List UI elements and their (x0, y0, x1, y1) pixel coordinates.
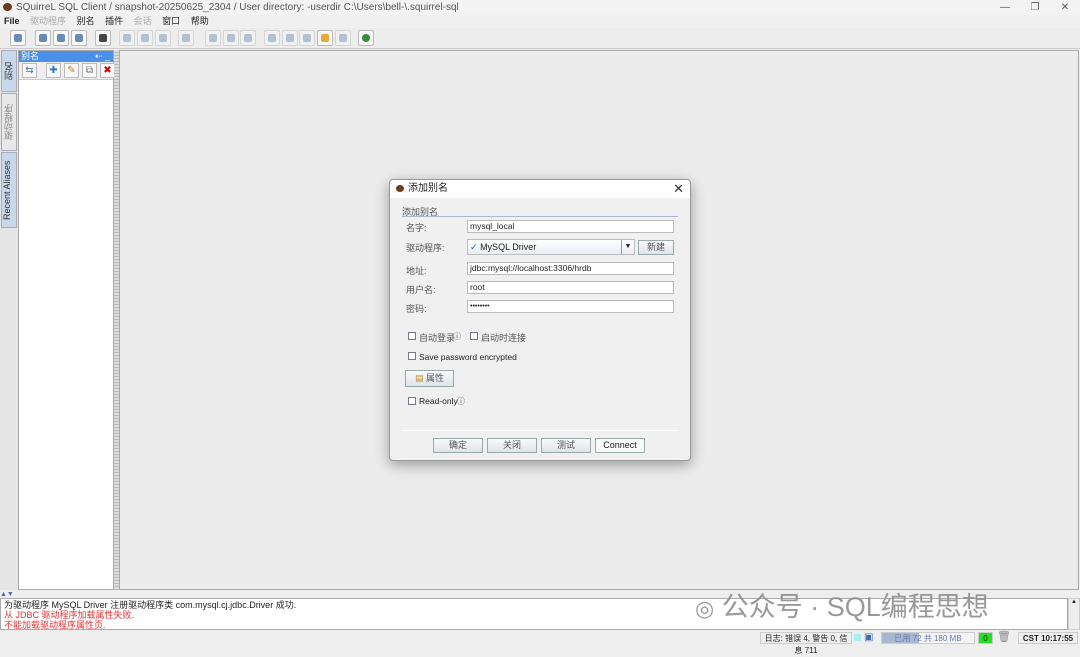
status-bar: 日志: 错误 4, 警告 0, 信息 711 ▣ 已用 72 共 180 MB … (0, 631, 1080, 645)
info-icon: ⓘ (453, 331, 461, 342)
menu-bar: File 驱动程序 别名 插件 会话 窗口 帮助 (0, 15, 1080, 28)
add-alias-dialog: 添加别名 ✕ 添加别名 名字: mysql_local 驱动程序: ✓ MySQ… (389, 179, 691, 461)
edit-alias-button[interactable]: ✎ (64, 63, 79, 78)
check-icon: ✓ (470, 242, 478, 252)
menu-session[interactable]: 会话 (134, 16, 152, 26)
copy-button[interactable] (223, 30, 239, 46)
save-encrypted-label: Save password encrypted (419, 352, 517, 362)
properties-label: 属性 (426, 373, 444, 383)
globe-icon[interactable] (358, 30, 374, 46)
aliases-panel: 别名 ⇠ _ ⇆ ✚ ✎ ⧉ ✖ (18, 50, 114, 590)
new-driver-button[interactable]: 新建 (638, 240, 674, 255)
log-scrollbar[interactable]: ▲ (1068, 598, 1080, 630)
tab-drivers[interactable]: 驱动程序 (1, 93, 17, 151)
dialog-title-bar: 添加别名 ✕ (390, 180, 690, 198)
squirrel-logo-icon (3, 3, 12, 11)
driver-value: MySQL Driver (480, 242, 536, 252)
user-field[interactable]: root (467, 281, 674, 294)
add-alias-button[interactable]: ✚ (46, 63, 61, 78)
connect-at-startup-checkbox[interactable] (470, 332, 478, 340)
stop-button[interactable] (155, 30, 171, 46)
dialog-title: 添加别名 (408, 183, 448, 194)
catalog-button[interactable] (178, 30, 194, 46)
watermark: ◎ 公众号 · SQL编程思想 (695, 585, 989, 624)
password-label: 密码: (406, 302, 427, 315)
aliases-panel-header: 别名 ⇠ _ (19, 51, 113, 62)
menu-drivers[interactable]: 驱动程序 (30, 16, 66, 26)
url-field[interactable]: jdbc:mysql://localhost:3306/hrdb (467, 262, 674, 275)
wechat-icon: ◎ (695, 596, 714, 621)
aliases-toolbar: ⇆ ✚ ✎ ⧉ ✖ (19, 62, 113, 80)
save-button[interactable] (240, 30, 256, 46)
delete-alias-button[interactable]: ✖ (100, 63, 115, 78)
toolbar (0, 28, 1080, 49)
maximize-button[interactable]: ❐ (1020, 0, 1050, 15)
menu-window[interactable]: 窗口 (162, 16, 180, 26)
menu-aliases[interactable]: 别名 (77, 16, 95, 26)
tree-button[interactable] (205, 30, 221, 46)
log-summary[interactable]: 日志: 错误 4, 警告 0, 信息 711 (760, 632, 852, 644)
save-encrypted-checkbox[interactable] (408, 352, 416, 360)
read-only-label: Read-only (419, 396, 458, 406)
close-icon[interactable]: ✕ (673, 180, 684, 198)
close-window-button[interactable]: ✕ (1050, 0, 1080, 15)
minimize-button[interactable]: — (990, 0, 1020, 15)
menu-help[interactable]: 帮助 (191, 16, 209, 26)
auto-logon-label: 自动登录 (419, 331, 455, 344)
sessions-button[interactable] (53, 30, 69, 46)
auto-logon-checkbox[interactable] (408, 332, 416, 340)
minimize-panel-icon[interactable]: ⇠ _ (95, 51, 110, 62)
memory-label: 已用 72 共 180 MB (894, 634, 961, 643)
divider (402, 430, 678, 431)
name-label: 名字: (406, 221, 427, 234)
view-button[interactable] (95, 30, 111, 46)
global-prefs-button[interactable] (71, 30, 87, 46)
driver-select[interactable]: ✓ MySQL Driver ▼ (467, 239, 635, 255)
driver-label: 驱动程序: (406, 241, 445, 254)
clock: CST 10:17:55 (1018, 632, 1078, 644)
copy-alias-button[interactable]: ⧉ (82, 63, 97, 78)
tab-recent-aliases[interactable]: Recent Aliases (1, 152, 17, 228)
expand-collapse-arrows[interactable]: ▲▼ (0, 591, 14, 598)
memory-bar: 已用 72 共 180 MB (881, 632, 975, 644)
test-button[interactable]: 测试 (541, 438, 591, 453)
log-color-indicator (854, 634, 861, 641)
tool3-button[interactable] (299, 30, 315, 46)
connect-alias-button[interactable]: ⇆ (22, 63, 37, 78)
user-label: 用户名: (406, 283, 436, 296)
info-icon: ⓘ (457, 396, 465, 407)
connect-toolbar-button[interactable] (10, 30, 26, 46)
tab-aliases[interactable]: 别名 (1, 50, 17, 92)
chevron-down-icon[interactable]: ▼ (621, 240, 634, 254)
menu-plugins[interactable]: 插件 (105, 16, 123, 26)
url-label: 地址: (406, 264, 427, 277)
window-title: SQuirreL SQL Client / snapshot-20250625_… (16, 2, 459, 13)
name-field[interactable]: mysql_local (467, 220, 674, 233)
commit-button[interactable] (119, 30, 135, 46)
properties-button[interactable]: ▤ 属性 (405, 370, 454, 387)
menu-file[interactable]: File (4, 16, 20, 26)
tool1-button[interactable] (264, 30, 280, 46)
squirrel-logo-icon (396, 185, 404, 192)
session-count: 0 (978, 632, 993, 644)
connect-button[interactable]: Connect (595, 438, 645, 453)
watermark-text: 公众号 · SQL编程思想 (722, 592, 989, 622)
new-session-button[interactable] (35, 30, 51, 46)
connect-at-startup-label: 启动时连接 (481, 331, 526, 344)
ok-button[interactable]: 确定 (433, 438, 483, 453)
title-bar: SQuirreL SQL Client / snapshot-20250625_… (0, 0, 1080, 15)
garbage-collect-icon[interactable]: 🗑 (997, 631, 1011, 643)
tool4-button[interactable] (335, 30, 351, 46)
monitor-icon[interactable]: ▣ (864, 632, 873, 644)
open-file-button[interactable] (317, 30, 333, 46)
tool2-button[interactable] (282, 30, 298, 46)
password-field[interactable]: •••••••• (467, 300, 674, 313)
properties-icon: ▤ (415, 373, 424, 383)
aliases-panel-title: 别名 (21, 51, 39, 61)
read-only-checkbox[interactable] (408, 397, 416, 405)
run-button[interactable] (137, 30, 153, 46)
side-tabs: 别名 驱动程序 Recent Aliases (0, 50, 18, 590)
divider (402, 216, 678, 217)
close-button[interactable]: 关闭 (487, 438, 537, 453)
